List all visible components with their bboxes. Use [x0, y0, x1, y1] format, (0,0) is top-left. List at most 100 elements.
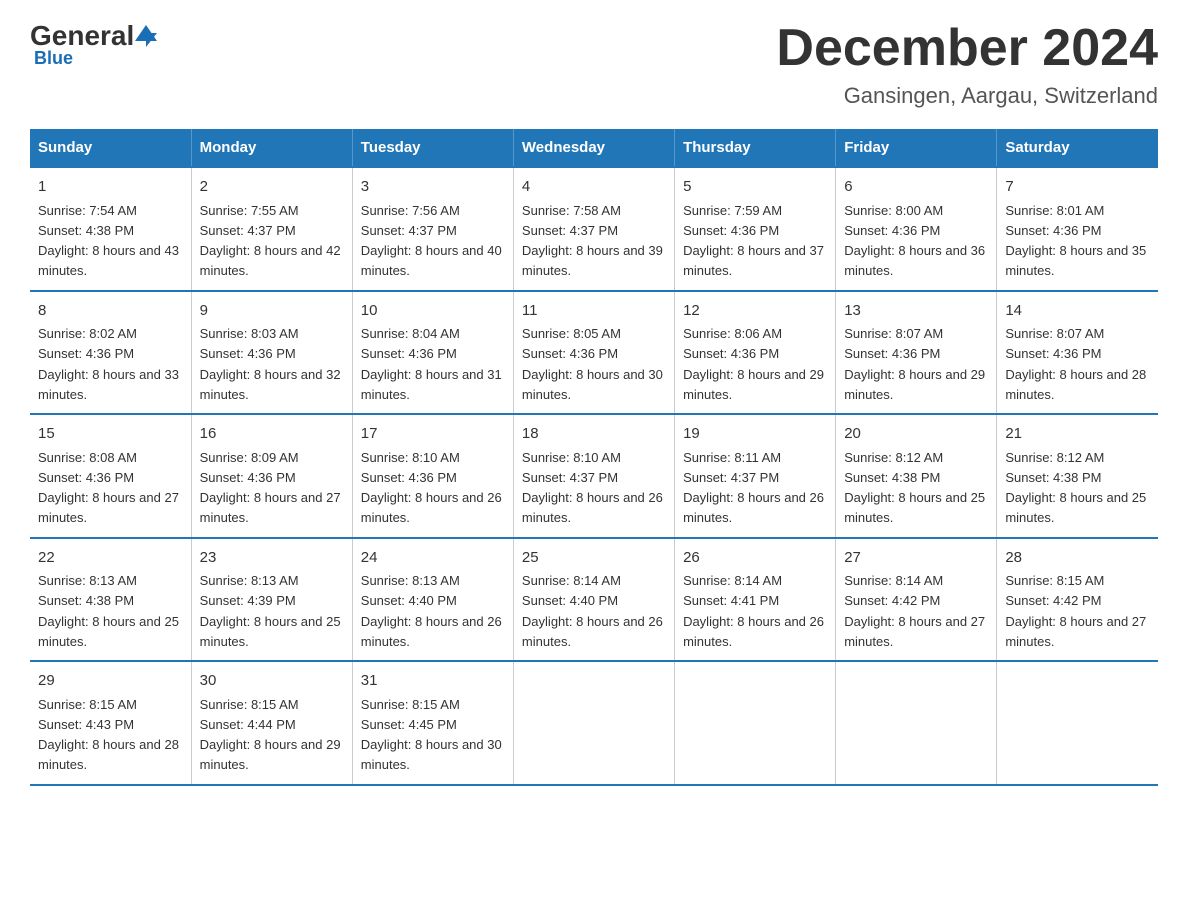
calendar-cell: 11 Sunrise: 8:05 AMSunset: 4:36 PMDayligh… [513, 291, 674, 415]
day-info: Sunrise: 8:07 AMSunset: 4:36 PMDaylight:… [1005, 326, 1146, 402]
col-wednesday: Wednesday [513, 129, 674, 167]
logo: General Blue [30, 20, 158, 69]
day-info: Sunrise: 8:08 AMSunset: 4:36 PMDaylight:… [38, 450, 179, 526]
calendar-cell: 13Sunrise: 8:07 AMSunset: 4:36 PMDayligh… [836, 291, 997, 415]
calendar-cell [836, 661, 997, 785]
day-number: 22 [38, 547, 183, 570]
day-number: 4 [522, 176, 666, 199]
calendar-cell [997, 661, 1158, 785]
calendar-week-row: 1 Sunrise: 7:54 AMSunset: 4:38 PMDaylight… [30, 167, 1158, 291]
day-info: Sunrise: 8:11 AMSunset: 4:37 PMDaylight:… [683, 450, 824, 526]
page-header: General Blue December 2024 Gansingen, Aa… [30, 20, 1158, 109]
day-number: 8 [38, 300, 183, 323]
page-subtitle: Gansingen, Aargau, Switzerland [776, 83, 1158, 109]
calendar-cell: 9 Sunrise: 8:03 AMSunset: 4:36 PMDaylight… [191, 291, 352, 415]
day-number: 24 [361, 547, 505, 570]
day-number: 9 [200, 300, 344, 323]
col-thursday: Thursday [675, 129, 836, 167]
calendar-cell: 8 Sunrise: 8:02 AMSunset: 4:36 PMDaylight… [30, 291, 191, 415]
calendar-week-row: 15 Sunrise: 8:08 AMSunset: 4:36 PMDayligh… [30, 414, 1158, 538]
calendar-cell: 22 Sunrise: 8:13 AMSunset: 4:38 PMDayligh… [30, 538, 191, 662]
day-info: Sunrise: 8:10 AMSunset: 4:36 PMDaylight:… [361, 450, 502, 526]
day-number: 12 [683, 300, 827, 323]
calendar-cell: 18 Sunrise: 8:10 AMSunset: 4:37 PMDayligh… [513, 414, 674, 538]
day-info: Sunrise: 8:14 AMSunset: 4:42 PMDaylight:… [844, 573, 985, 649]
calendar-cell: 2Sunrise: 7:55 AMSunset: 4:37 PMDaylight… [191, 167, 352, 291]
day-info: Sunrise: 7:58 AMSunset: 4:37 PMDaylight:… [522, 203, 663, 279]
col-friday: Friday [836, 129, 997, 167]
day-number: 3 [361, 176, 505, 199]
day-info: Sunrise: 8:01 AMSunset: 4:36 PMDaylight:… [1005, 203, 1146, 279]
day-info: Sunrise: 8:12 AMSunset: 4:38 PMDaylight:… [844, 450, 985, 526]
day-number: 28 [1005, 547, 1150, 570]
calendar-week-row: 8 Sunrise: 8:02 AMSunset: 4:36 PMDaylight… [30, 291, 1158, 415]
day-info: Sunrise: 8:03 AMSunset: 4:36 PMDaylight:… [200, 326, 341, 402]
day-info: Sunrise: 7:54 AMSunset: 4:38 PMDaylight:… [38, 203, 179, 279]
day-info: Sunrise: 8:12 AMSunset: 4:38 PMDaylight:… [1005, 450, 1146, 526]
day-number: 6 [844, 176, 988, 199]
day-info: Sunrise: 8:15 AMSunset: 4:43 PMDaylight:… [38, 697, 179, 773]
day-info: Sunrise: 8:05 AMSunset: 4:36 PMDaylight:… [522, 326, 663, 402]
day-number: 5 [683, 176, 827, 199]
calendar-cell: 26 Sunrise: 8:14 AMSunset: 4:41 PMDayligh… [675, 538, 836, 662]
calendar-cell: 14Sunrise: 8:07 AMSunset: 4:36 PMDayligh… [997, 291, 1158, 415]
calendar-cell: 21 Sunrise: 8:12 AMSunset: 4:38 PMDayligh… [997, 414, 1158, 538]
calendar-cell: 17 Sunrise: 8:10 AMSunset: 4:36 PMDayligh… [352, 414, 513, 538]
calendar-cell: 16Sunrise: 8:09 AMSunset: 4:36 PMDayligh… [191, 414, 352, 538]
calendar-cell: 27Sunrise: 8:14 AMSunset: 4:42 PMDayligh… [836, 538, 997, 662]
day-number: 15 [38, 423, 183, 446]
day-number: 29 [38, 670, 183, 693]
day-number: 2 [200, 176, 344, 199]
calendar-cell: 3 Sunrise: 7:56 AMSunset: 4:37 PMDaylight… [352, 167, 513, 291]
calendar-cell: 28Sunrise: 8:15 AMSunset: 4:42 PMDayligh… [997, 538, 1158, 662]
day-number: 31 [361, 670, 505, 693]
calendar-cell: 1 Sunrise: 7:54 AMSunset: 4:38 PMDaylight… [30, 167, 191, 291]
col-monday: Monday [191, 129, 352, 167]
calendar-cell: 20 Sunrise: 8:12 AMSunset: 4:38 PMDayligh… [836, 414, 997, 538]
calendar-cell: 7 Sunrise: 8:01 AMSunset: 4:36 PMDaylight… [997, 167, 1158, 291]
col-saturday: Saturday [997, 129, 1158, 167]
day-info: Sunrise: 8:13 AMSunset: 4:39 PMDaylight:… [200, 573, 341, 649]
calendar-cell [675, 661, 836, 785]
page-title: December 2024 [776, 20, 1158, 77]
day-number: 21 [1005, 423, 1150, 446]
day-number: 20 [844, 423, 988, 446]
col-tuesday: Tuesday [352, 129, 513, 167]
day-info: Sunrise: 8:13 AMSunset: 4:40 PMDaylight:… [361, 573, 502, 649]
calendar-cell: 4 Sunrise: 7:58 AMSunset: 4:37 PMDaylight… [513, 167, 674, 291]
day-info: Sunrise: 8:13 AMSunset: 4:38 PMDaylight:… [38, 573, 179, 649]
day-number: 10 [361, 300, 505, 323]
day-info: Sunrise: 8:09 AMSunset: 4:36 PMDaylight:… [200, 450, 341, 526]
calendar-cell: 5 Sunrise: 7:59 AMSunset: 4:36 PMDaylight… [675, 167, 836, 291]
logo-icon [135, 25, 157, 47]
day-info: Sunrise: 8:10 AMSunset: 4:37 PMDaylight:… [522, 450, 663, 526]
calendar-cell: 31 Sunrise: 8:15 AMSunset: 4:45 PMDayligh… [352, 661, 513, 785]
calendar-cell: 30Sunrise: 8:15 AMSunset: 4:44 PMDayligh… [191, 661, 352, 785]
calendar-cell: 24 Sunrise: 8:13 AMSunset: 4:40 PMDayligh… [352, 538, 513, 662]
day-info: Sunrise: 8:07 AMSunset: 4:36 PMDaylight:… [844, 326, 985, 402]
day-number: 17 [361, 423, 505, 446]
day-number: 7 [1005, 176, 1150, 199]
day-info: Sunrise: 8:15 AMSunset: 4:45 PMDaylight:… [361, 697, 502, 773]
day-number: 18 [522, 423, 666, 446]
day-info: Sunrise: 8:02 AMSunset: 4:36 PMDaylight:… [38, 326, 179, 402]
day-number: 30 [200, 670, 344, 693]
calendar-cell: 6 Sunrise: 8:00 AMSunset: 4:36 PMDaylight… [836, 167, 997, 291]
calendar-header-row: Sunday Monday Tuesday Wednesday Thursday… [30, 129, 1158, 167]
calendar-cell: 25Sunrise: 8:14 AMSunset: 4:40 PMDayligh… [513, 538, 674, 662]
day-number: 26 [683, 547, 827, 570]
day-info: Sunrise: 8:14 AMSunset: 4:41 PMDaylight:… [683, 573, 824, 649]
day-info: Sunrise: 8:04 AMSunset: 4:36 PMDaylight:… [361, 326, 502, 402]
day-info: Sunrise: 8:06 AMSunset: 4:36 PMDaylight:… [683, 326, 824, 402]
day-info: Sunrise: 8:00 AMSunset: 4:36 PMDaylight:… [844, 203, 985, 279]
calendar-cell: 12 Sunrise: 8:06 AMSunset: 4:36 PMDayligh… [675, 291, 836, 415]
day-number: 23 [200, 547, 344, 570]
day-number: 11 [522, 300, 666, 323]
calendar-week-row: 29 Sunrise: 8:15 AMSunset: 4:43 PMDayligh… [30, 661, 1158, 785]
logo-blue-text: Blue [34, 48, 73, 69]
day-info: Sunrise: 7:56 AMSunset: 4:37 PMDaylight:… [361, 203, 502, 279]
day-info: Sunrise: 7:59 AMSunset: 4:36 PMDaylight:… [683, 203, 824, 279]
day-number: 1 [38, 176, 183, 199]
calendar-table: Sunday Monday Tuesday Wednesday Thursday… [30, 129, 1158, 786]
calendar-cell: 23 Sunrise: 8:13 AMSunset: 4:39 PMDayligh… [191, 538, 352, 662]
